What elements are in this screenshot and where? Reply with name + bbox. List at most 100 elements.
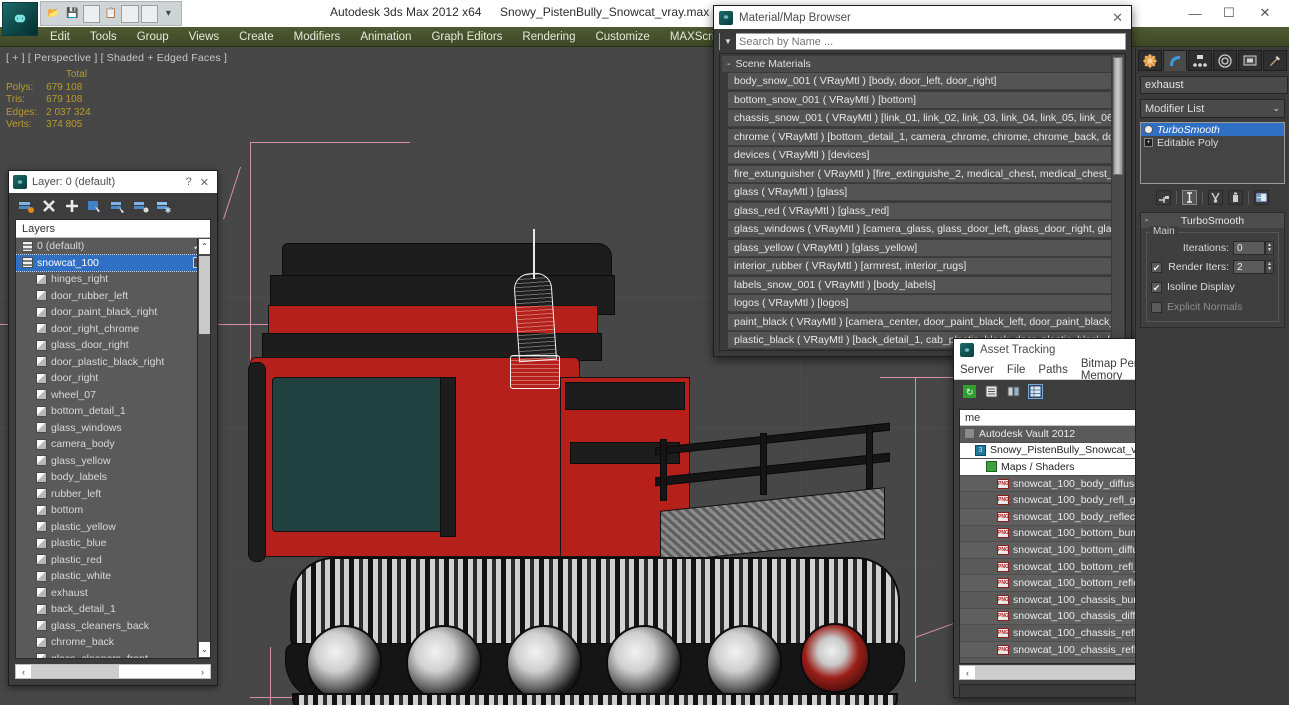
layer-row[interactable]: door_right [16,370,210,387]
rollout-collapse-icon[interactable]: - [1145,215,1148,226]
layer-row[interactable]: body_labels [16,469,210,486]
pin-stack-icon[interactable] [1156,189,1171,205]
iterations-input[interactable]: 0 [1233,241,1265,255]
layer-close-button[interactable]: ✕ [200,176,209,189]
redo-icon[interactable]: 📋 [102,5,119,23]
menu-rendering[interactable]: Rendering [512,29,585,45]
material-row[interactable]: paint_black ( VRayMtl ) [camera_center, … [728,313,1111,331]
create-tab[interactable] [1138,50,1162,71]
material-map-browser-window[interactable]: ⚭ Material/Map Browser ✕ ▼ - Scene Mater… [713,5,1132,357]
layer-row[interactable]: chrome_back [16,634,210,651]
material-row[interactable]: chrome ( VRayMtl ) [bottom_detail_1, cam… [728,128,1111,146]
hide-unhide-layer-icon[interactable] [132,198,149,215]
material-row[interactable]: body_snow_001 ( VRayMtl ) [body, door_le… [728,73,1111,90]
layer-row[interactable]: bottom [16,502,210,519]
modifier-stack[interactable]: TurboSmooth + Editable Poly [1140,122,1285,184]
scene-materials-group-header[interactable]: - Scene Materials [722,56,1111,72]
layer-scroll-up-button[interactable]: ⌃ [199,239,210,254]
menu-modifiers[interactable]: Modifiers [284,29,351,45]
chevron-down-icon[interactable]: ⌄ [1272,103,1280,114]
material-row[interactable]: fire_extunguisher ( VRayMtl ) [fire_exti… [728,165,1111,183]
asset-menu-file[interactable]: File [1007,364,1026,376]
motion-tab[interactable] [1213,50,1237,71]
render-iters-checkbox[interactable]: ✔ [1151,261,1162,273]
material-row[interactable]: glass_red ( VRayMtl ) [glass_red] [728,202,1111,220]
layer-explorer-title-bar[interactable]: ⚭ Layer: 0 (default) ? ✕ [9,171,217,193]
isoline-display-row[interactable]: ✔ Isoline Display [1151,279,1274,295]
asset-hscroll-left-button[interactable]: ‹ [960,668,975,678]
layer-row[interactable]: door_right_chrome [16,321,210,338]
expand-plus-icon[interactable]: + [1144,138,1153,147]
layer-row[interactable]: glass_cleaners_back [16,618,210,635]
material-scroll-thumb[interactable] [1113,57,1123,175]
menu-views[interactable]: Views [179,29,229,45]
material-row[interactable]: labels_snow_001 ( VRayMtl ) [body_labels… [728,276,1111,294]
app-logo-icon[interactable]: ⚭ [2,2,38,36]
render-iters-spinner[interactable]: ▲ ▼ [1265,260,1274,274]
layer-row[interactable]: rubber_left [16,486,210,503]
select-objects-in-layer-icon[interactable] [86,198,103,215]
asset-hscroll-thumb[interactable] [975,666,1145,679]
layer-row[interactable]: glass_cleaners_front [16,651,210,658]
layer-hscroll-thumb[interactable] [31,665,119,678]
model-exhaust-base-selected[interactable] [510,355,560,389]
window-maximize-button[interactable]: ☐ [1214,2,1244,24]
layer-row[interactable]: hinges_right [16,271,210,288]
layer-row[interactable]: glass_windows [16,420,210,437]
refresh-icon[interactable]: ↻ [962,384,977,399]
material-row[interactable]: chassis_snow_001 ( VRayMtl ) [link_01, l… [728,110,1111,127]
grid-view-icon[interactable] [1028,383,1043,399]
modifier-list-dropdown[interactable]: Modifier List ⌄ [1140,99,1285,118]
layer-row[interactable]: glass_yellow [16,453,210,470]
configure-modifier-sets-icon[interactable] [1254,189,1269,205]
material-row[interactable]: logos ( VRayMtl ) [logos] [728,295,1111,312]
layer-row[interactable]: glass_door_right [16,337,210,354]
material-row[interactable]: devices ( VRayMtl ) [devices] [728,147,1111,164]
highlight-selected-objects-icon[interactable] [109,198,126,215]
add-selection-to-layer-icon[interactable] [63,198,80,215]
delete-layer-icon[interactable] [40,198,57,215]
utilities-tab[interactable] [1263,50,1287,71]
menu-customize[interactable]: Customize [585,29,659,45]
thumbnail-view-icon[interactable] [1006,384,1021,399]
layer-row[interactable]: 0 (default)✓ [16,238,210,255]
search-input[interactable] [736,35,1125,48]
layer-row[interactable]: bottom_detail_1 [16,403,210,420]
menu-group[interactable]: Group [127,29,179,45]
layer-row[interactable]: plastic_blue [16,535,210,552]
display-tab[interactable] [1238,50,1262,71]
model-exhaust-selected[interactable] [512,271,558,363]
layer-row[interactable]: camera_body [16,436,210,453]
layer-row[interactable]: wheel_07 [16,387,210,404]
material-row[interactable]: glass_windows ( VRayMtl ) [camera_glass,… [728,221,1111,238]
save-file-icon[interactable]: 💾 [64,5,81,23]
layer-row[interactable]: snowcat_100 [16,253,210,272]
layer-row[interactable]: plastic_white [16,568,210,585]
layer-hscroll-left-button[interactable]: ‹ [16,667,31,677]
material-vertical-scrollbar[interactable] [1112,55,1124,349]
asset-menu-server[interactable]: Server [960,364,994,376]
lightbulb-icon[interactable] [1144,125,1153,134]
menu-tools[interactable]: Tools [80,29,127,45]
explicit-normals-checkbox[interactable] [1151,301,1162,313]
render-iters-input[interactable]: 2 [1233,260,1265,274]
isoline-display-checkbox[interactable]: ✔ [1151,281,1162,293]
menu-edit[interactable]: Edit [40,29,80,45]
group-collapse-icon[interactable]: - [727,58,731,70]
new-scene-icon[interactable] [121,4,139,23]
layer-help-button[interactable]: ? [186,176,192,189]
layer-explorer-window[interactable]: ⚭ Layer: 0 (default) ? ✕ Layers 0 (defau… [8,170,218,686]
freeze-unfreeze-layer-icon[interactable] [155,198,172,215]
layer-hscroll-right-button[interactable]: › [195,667,210,677]
layer-row[interactable]: back_detail_1 [16,601,210,618]
turbosmooth-rollout[interactable]: - TurboSmooth Main Iterations: 0 ▲ ▼ ✔ Re… [1140,212,1285,328]
iterations-spinner[interactable]: ▲ ▼ [1265,241,1274,255]
material-row[interactable]: glass ( VRayMtl ) [glass] [728,184,1111,201]
layer-row[interactable]: plastic_yellow [16,519,210,536]
hierarchy-tab[interactable] [1188,50,1212,71]
layer-scroll-down-button[interactable]: ⌄ [199,642,210,657]
modifier-stack-item-turbosmooth[interactable]: TurboSmooth [1141,123,1284,136]
menu-graph-editors[interactable]: Graph Editors [421,29,512,45]
layer-row[interactable]: door_rubber_left [16,288,210,305]
layer-row[interactable]: door_plastic_black_right [16,354,210,371]
